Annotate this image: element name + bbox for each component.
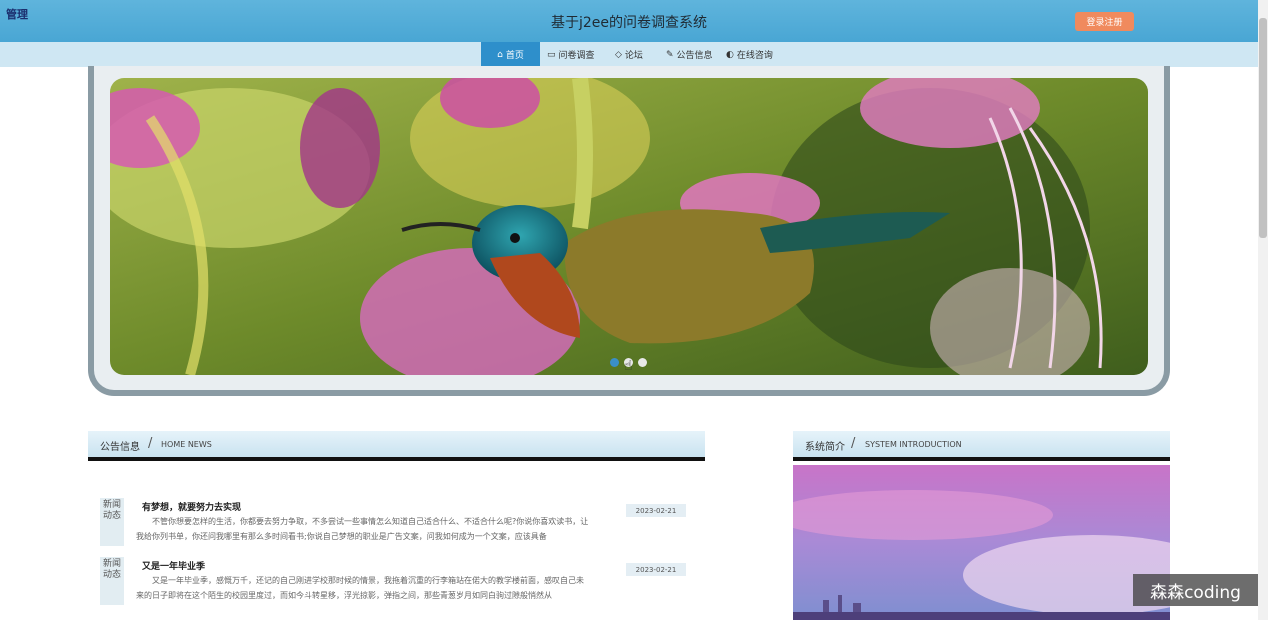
survey-icon: ▭ (547, 49, 556, 60)
intro-image (793, 465, 1170, 620)
home-icon: ⌂ (497, 49, 503, 60)
nav-item-notice[interactable]: ✎ 公告信息 (666, 42, 713, 67)
news-badge: 新闻动态 (100, 557, 124, 605)
nav-item-label: 公告信息 (676, 51, 713, 61)
nav-item-label: 在线咨询 (736, 51, 773, 61)
news-badge: 新闻动态 (100, 498, 124, 546)
notice-icon: ✎ (666, 49, 674, 60)
nav-item-survey[interactable]: ▭ 问卷调查 (547, 42, 595, 67)
nav-item-home[interactable]: ⌂ 首页 (481, 42, 540, 67)
section-divider-slash: / (148, 436, 153, 451)
nav-item-label: 论坛 (624, 51, 643, 61)
intro-section-title: 系统简介 (805, 442, 845, 453)
chat-icon: ◐ (726, 49, 734, 60)
page-scrollbar[interactable] (1258, 0, 1268, 620)
nav-item-label: 问卷调查 (558, 51, 595, 61)
carousel-dot-3[interactable] (638, 358, 647, 367)
banner-image (110, 78, 1148, 375)
news-excerpt: 不管你想要怎样的生活，你都要去努力争取，不多尝试一些事情怎么知道自己适合什么、不… (136, 517, 589, 541)
banner-carousel[interactable] (110, 78, 1148, 375)
intro-section-header: 系统简介 / SYSTEM INTRODUCTION (793, 431, 1170, 461)
site-title: 基于j2ee的问卷调查系统 (550, 15, 708, 31)
watermark-label: 森森coding (1133, 574, 1258, 606)
news-date: 2023-02-21 (626, 563, 686, 576)
main-nav: ⌂ 首页 ▭ 问卷调查 ◇ 论坛 ✎ 公告信息 ◐ 在线咨询 (0, 42, 1258, 67)
pointer-cursor-icon: ☝ (624, 358, 633, 374)
top-header: 管理 基于j2ee的问卷调查系统 登录注册 (0, 0, 1258, 42)
forum-icon: ◇ (615, 49, 622, 60)
list-item[interactable]: 新闻动态 有梦想，就要努力去实现 不管你想要怎样的生活，你都要去努力争取，不多尝… (100, 498, 690, 553)
section-divider-slash: / (851, 436, 856, 451)
intro-section-subtitle: SYSTEM INTRODUCTION (865, 440, 962, 449)
nav-item-label: 首页 (505, 51, 524, 61)
nav-item-forum[interactable]: ◇ 论坛 (615, 42, 643, 67)
nav-item-consult[interactable]: ◐ 在线咨询 (726, 42, 773, 67)
carousel-dot-1[interactable] (610, 358, 619, 367)
news-section-header: 公告信息 / HOME NEWS (88, 431, 705, 461)
news-title[interactable]: 有梦想，就要努力去实现 (142, 500, 241, 513)
login-register-button[interactable]: 登录注册 (1075, 12, 1134, 31)
list-item[interactable]: 新闻动态 又是一年毕业季 又是一年毕业季，感慨万千，还记的自己刚进学校那时候的情… (100, 557, 690, 612)
news-section-subtitle: HOME NEWS (161, 440, 212, 449)
news-section-title: 公告信息 (100, 442, 140, 453)
news-date: 2023-02-21 (626, 504, 686, 517)
scrollbar-thumb[interactable] (1259, 18, 1267, 238)
news-title[interactable]: 又是一年毕业季 (142, 559, 205, 572)
news-excerpt: 又是一年毕业季，感慨万千，还记的自己刚进学校那时候的情景，我拖着沉重的行李箱站在… (136, 576, 584, 600)
